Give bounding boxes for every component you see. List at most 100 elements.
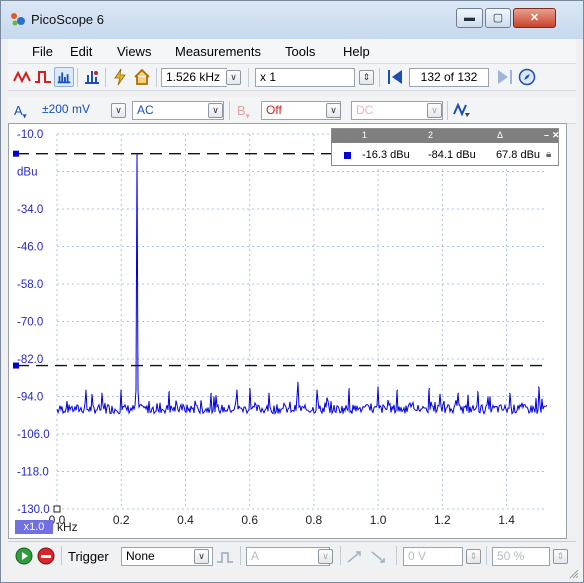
spectrum-view[interactable]: -10.0 dBu -34.0 -46.0 -58.0 -70.0 -82.0 -94.0 -1… <box>8 123 567 539</box>
home-icon[interactable] <box>132 67 152 87</box>
coupling-dropdown-icon[interactable]: ∨ <box>208 103 223 118</box>
origin-marker <box>53 505 61 513</box>
picoscope-app-icon <box>11 13 25 26</box>
multiplier-stepper-icon[interactable]: ⇕ <box>359 70 374 85</box>
channel-toolbar: A▾ ±200 mV ∨ AC ∨ B▾ Off ∨ DC ∨ <box>8 97 576 124</box>
y-tick-label: -58.0 <box>17 279 43 291</box>
math-channels-icon[interactable] <box>452 100 472 120</box>
menu-tools[interactable]: Tools <box>285 44 315 59</box>
y-tick-label: -34.0 <box>17 204 43 216</box>
spur-point <box>101 392 103 394</box>
trigger-toolbar: Trigger None ∨ A ∨ 0 V ⇕ 50 % ⇕ <box>8 541 576 570</box>
spur-point <box>85 389 87 391</box>
x-tick-label: 0.8 <box>306 513 323 527</box>
advanced-trigger-icon <box>217 552 233 563</box>
spectrum-mode-icon[interactable] <box>54 67 74 87</box>
ruler-delta-value: 67.8 dBu <box>496 149 541 161</box>
start-capture-icon[interactable] <box>14 546 34 566</box>
spur-point <box>509 392 511 394</box>
y-tick-label: -10.0 <box>17 129 43 141</box>
spur-point <box>268 392 270 394</box>
menu-file[interactable]: File <box>32 44 53 59</box>
channel-b-dropdown-icon[interactable]: ∨ <box>326 103 341 118</box>
y-tick-label: -118.0 <box>17 467 49 479</box>
ruler-legend-header: 1 2 Δ – ✕ <box>332 129 560 143</box>
ruler-handle-2 <box>13 362 19 369</box>
ruler-2-value: -84.1 dBu <box>428 149 476 161</box>
scope-mode-icon[interactable] <box>33 67 53 87</box>
spur-point <box>316 389 318 391</box>
spectrum-plot[interactable]: -10.0 dBu -34.0 -46.0 -58.0 -70.0 -82.0 -94.0 -1… <box>9 124 566 538</box>
picoscope-window: PicoScope 6 ▬ ▢ ✕ File Edit Views Measur… <box>0 0 584 583</box>
minimize-button[interactable]: ▬ <box>456 8 483 28</box>
spur-point <box>249 388 251 390</box>
falling-edge-icon <box>371 551 385 563</box>
pretrigger-stepper-icon: ⇕ <box>553 549 568 564</box>
spur-point <box>396 389 398 391</box>
menu-edit[interactable]: Edit <box>70 44 92 59</box>
legend-minimize-icon[interactable]: – <box>544 130 549 140</box>
title-bar: PicoScope 6 ▬ ▢ ✕ <box>1 1 583 39</box>
channel-a-color-swatch <box>344 152 351 159</box>
legend-close-icon[interactable]: ✕ <box>552 130 560 141</box>
ruler-legend[interactable]: 1 2 Δ – ✕ -16.3 dBu -84.1 dBu 67.8 dBu 🔒… <box>331 128 560 166</box>
ruler-1-value: -16.3 dBu <box>362 149 410 161</box>
x-tick-label: 1.0 <box>370 513 387 527</box>
y-tick-label: -94.0 <box>17 392 43 404</box>
next-capture-icon[interactable] <box>495 67 515 87</box>
pretrigger-field: 50 % <box>492 547 550 566</box>
spur-point <box>348 388 350 390</box>
x-tick-label: 0.2 <box>113 513 130 527</box>
menu-help[interactable]: Help <box>343 44 370 59</box>
menu-measurements[interactable]: Measurements <box>175 44 261 59</box>
menu-views[interactable]: Views <box>117 44 151 59</box>
spur-point <box>377 386 379 388</box>
lock-icon[interactable]: 🔒︎ <box>546 149 551 160</box>
y-tick-label: -70.0 <box>17 317 43 329</box>
channel-a-label[interactable]: A▾ <box>14 103 27 121</box>
resize-grip-icon[interactable] <box>569 569 579 579</box>
spur-point <box>457 392 459 394</box>
menu-bar: File Edit Views Measurements Tools Help <box>8 39 576 64</box>
trigger-threshold-field: 0 V <box>403 547 463 566</box>
trigger-source-dropdown-icon: ∨ <box>318 549 333 564</box>
signal-generator-icon[interactable] <box>110 67 130 87</box>
capture-index-field[interactable]: 132 of 132 <box>409 68 489 87</box>
peak-point <box>136 152 139 155</box>
spur-point <box>168 391 170 393</box>
trigger-mode-dropdown-icon[interactable]: ∨ <box>194 549 209 564</box>
spur-point <box>210 392 212 394</box>
y-tick-label: -130.0 <box>17 504 50 516</box>
range-dropdown-icon[interactable]: ∨ <box>111 103 126 118</box>
close-button[interactable]: ✕ <box>513 8 556 28</box>
ruler-handle-1 <box>13 150 19 157</box>
persistence-mode-icon[interactable] <box>12 67 32 87</box>
first-capture-icon[interactable] <box>385 67 405 87</box>
y-tick-label: -82.0 <box>17 354 43 366</box>
trigger-label: Trigger <box>68 549 109 564</box>
stop-capture-icon[interactable] <box>36 546 56 566</box>
y-tick-label: -106.0 <box>17 429 50 441</box>
x-axis-multiplier[interactable]: x1.0 <box>15 520 53 534</box>
y-tick-label: dBu <box>17 167 37 179</box>
spur-point <box>120 389 122 391</box>
x-tick-label: 1.2 <box>434 513 451 527</box>
spur-point <box>236 389 238 391</box>
timebase-dropdown-icon[interactable]: ∨ <box>226 70 241 85</box>
spur-point <box>428 388 431 390</box>
timebase-field[interactable]: 1.526 kHz <box>161 68 227 87</box>
spur-point <box>477 391 479 393</box>
navigator-icon[interactable] <box>517 67 537 87</box>
channel-b-label[interactable]: B▾ <box>237 103 250 121</box>
window-title: PicoScope 6 <box>31 12 104 27</box>
multiplier-field[interactable]: x 1 <box>255 68 355 87</box>
spur-point <box>297 381 299 384</box>
capture-toolbar: 1.526 kHz ∨ x 1 ⇕ 132 of 132 <box>8 64 576 91</box>
x-tick-label: 0.4 <box>177 513 194 527</box>
threshold-stepper-icon: ⇕ <box>466 549 481 564</box>
rising-edge-icon <box>347 551 361 563</box>
channel-options-icon[interactable] <box>82 67 102 87</box>
spur-point <box>538 386 540 388</box>
channel-a-range[interactable]: ±200 mV <box>38 101 110 120</box>
maximize-button[interactable]: ▢ <box>485 8 511 28</box>
